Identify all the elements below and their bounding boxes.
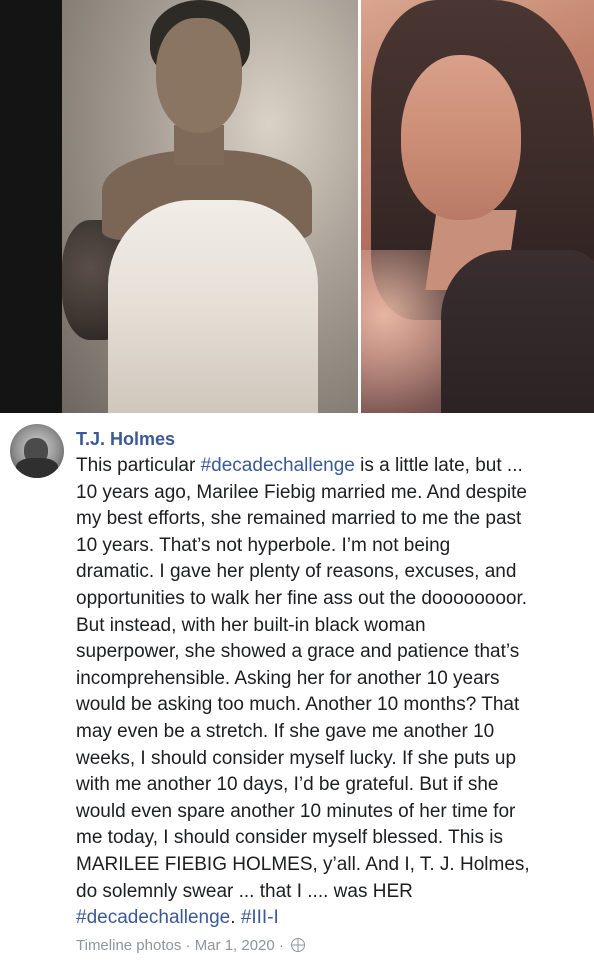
avatar[interactable] bbox=[10, 424, 64, 478]
wedding-photo[interactable] bbox=[62, 0, 358, 413]
post-text-segment: is a little late, but ... 10 years ago, … bbox=[76, 455, 530, 902]
globe-icon[interactable] bbox=[291, 938, 306, 952]
photo-border bbox=[0, 0, 62, 413]
album-link[interactable]: Timeline photos bbox=[76, 937, 181, 954]
hashtag-link[interactable]: #decadechallenge bbox=[76, 907, 230, 928]
post-text-segment: This particular bbox=[76, 455, 201, 476]
post-text: This particular #decadechallenge is a li… bbox=[76, 453, 590, 932]
separator: · bbox=[274, 937, 289, 954]
woman-face bbox=[401, 55, 521, 220]
recent-portrait[interactable] bbox=[361, 0, 594, 413]
bride-face bbox=[156, 18, 242, 133]
post-text-segment: . bbox=[230, 907, 241, 929]
post-date[interactable]: Mar 1, 2020 bbox=[195, 937, 275, 954]
separator: · bbox=[181, 937, 195, 954]
woman-shirt bbox=[441, 250, 594, 413]
hashtag-link[interactable]: #decadechallenge bbox=[201, 455, 355, 476]
avatar-body bbox=[16, 458, 58, 478]
author-name[interactable]: T.J. Holmes bbox=[76, 428, 175, 450]
post-footer: Timeline photos · Mar 1, 2020 · bbox=[76, 936, 306, 956]
photo-collage[interactable] bbox=[0, 0, 594, 413]
wedding-dress bbox=[108, 200, 318, 413]
hashtag-link[interactable]: #III-I bbox=[241, 907, 279, 928]
